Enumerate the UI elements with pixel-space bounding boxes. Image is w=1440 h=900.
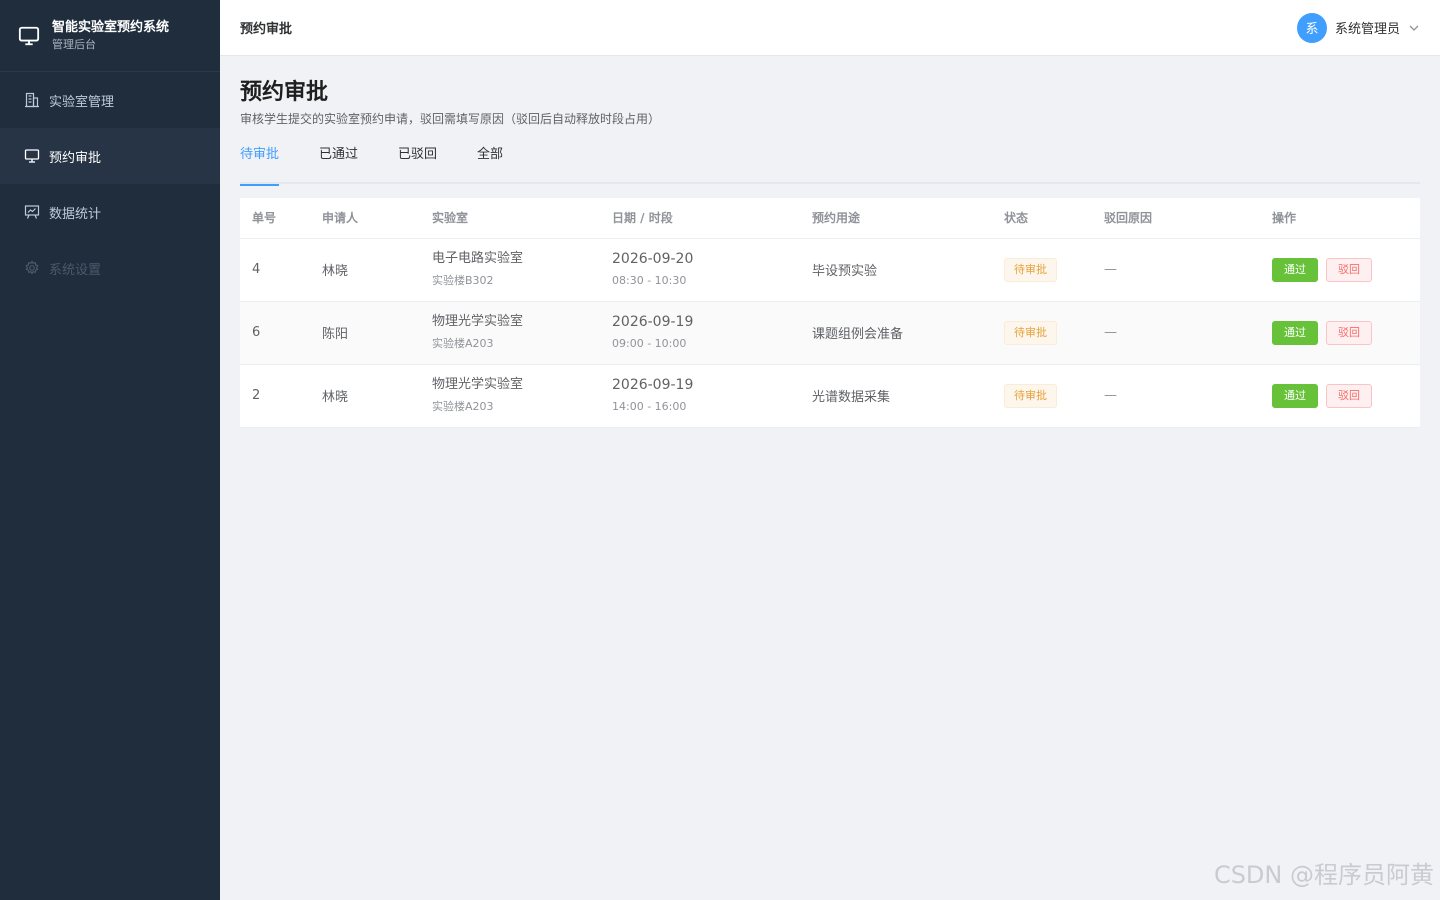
cell-reason: — <box>1092 301 1260 365</box>
status-badge: 待审批 <box>1004 383 1057 408</box>
monitor-logo-icon <box>18 26 40 45</box>
lab-building: 实验楼A203 <box>432 400 494 413</box>
booking-date: 2026-09-20 <box>612 251 694 267</box>
table-row: 2 林晓 物理光学实验室 实验楼A203 2026-09-19 14:00 - … <box>240 364 1420 428</box>
lab-building: 实验楼A203 <box>432 337 494 350</box>
column-header-id: 单号 <box>240 198 310 239</box>
booking-date: 2026-09-19 <box>612 377 694 393</box>
cell-applicant: 陈阳 <box>310 301 420 365</box>
booking-time: 14:00 - 16:00 <box>612 400 687 413</box>
sidebar-item-label: 系统设置 <box>49 262 102 278</box>
booking-time: 08:30 - 10:30 <box>612 274 687 287</box>
column-header-purpose: 预约用途 <box>800 198 992 239</box>
sidebar-item-settings[interactable]: 系统设置 <box>0 240 220 296</box>
user-name[interactable]: 系统管理员 <box>1335 18 1400 37</box>
table-row: 6 陈阳 物理光学实验室 实验楼A203 2026-09-19 09:00 - … <box>240 301 1420 365</box>
chart-board-icon <box>24 205 40 219</box>
cell-lab: 物理光学实验室 实验楼A203 <box>420 364 600 428</box>
booking-date: 2026-09-19 <box>612 314 694 330</box>
sidebar: 智能实验室预约系统 管理后台 实验室管理 预约审批 数据统计 系统设置 <box>0 0 220 900</box>
column-header-lab: 实验室 <box>420 198 600 239</box>
tab-all[interactable]: 全部 <box>477 146 503 184</box>
cell-actions: 通过 驳回 <box>1260 238 1420 302</box>
lab-building: 实验楼B302 <box>432 274 494 287</box>
booking-time: 09:00 - 10:00 <box>612 337 687 350</box>
main-content: 预约审批 审核学生提交的实验室预约申请，驳回需填写原因（驳回后自动释放时段占用）… <box>240 56 1420 428</box>
tab-rejected[interactable]: 已驳回 <box>398 146 437 184</box>
cell-date: 2026-09-20 08:30 - 10:30 <box>600 238 800 302</box>
sidebar-item-label: 预约审批 <box>49 150 102 166</box>
sidebar-item-lab-management[interactable]: 实验室管理 <box>0 72 220 128</box>
cell-purpose: 光谱数据采集 <box>800 364 992 428</box>
cell-applicant: 林晓 <box>310 238 420 302</box>
sidebar-item-label: 实验室管理 <box>49 94 115 110</box>
column-header-date: 日期 / 时段 <box>600 198 800 239</box>
reason-text: — <box>1104 388 1117 403</box>
tab-pending[interactable]: 待审批 <box>240 146 280 186</box>
brand: 智能实验室预约系统 管理后台 <box>0 0 220 72</box>
cell-id: 4 <box>240 238 310 302</box>
table-row: 4 林晓 电子电路实验室 实验楼B302 2026-09-20 08:30 - … <box>240 238 1420 302</box>
tab-approved[interactable]: 已通过 <box>319 146 358 184</box>
brand-title: 智能实验室预约系统 <box>52 19 170 35</box>
avatar[interactable]: 系 <box>1296 12 1327 43</box>
cell-actions: 通过 驳回 <box>1260 301 1420 365</box>
status-tabs: 待审批 已通过 已驳回 全部 <box>240 146 1420 186</box>
cell-actions: 通过 驳回 <box>1260 364 1420 428</box>
gear-icon <box>25 260 39 275</box>
cell-lab: 物理光学实验室 实验楼A203 <box>420 301 600 365</box>
cell-date: 2026-09-19 09:00 - 10:00 <box>600 301 800 365</box>
cell-id: 6 <box>240 301 310 365</box>
column-header-status: 状态 <box>992 198 1092 239</box>
reject-button[interactable]: 驳回 <box>1326 320 1372 345</box>
user-menu[interactable]: 系 系统管理员 <box>1296 12 1420 43</box>
cell-lab: 电子电路实验室 实验楼B302 <box>420 238 600 302</box>
cell-status: 待审批 <box>992 301 1092 365</box>
cell-purpose: 毕设预实验 <box>800 238 992 302</box>
sidebar-item-label: 数据统计 <box>49 206 102 222</box>
page-title: 预约审批 <box>240 80 329 105</box>
cell-status: 待审批 <box>992 364 1092 428</box>
approve-button[interactable]: 通过 <box>1272 257 1318 282</box>
cell-date: 2026-09-19 14:00 - 16:00 <box>600 364 800 428</box>
cell-id: 2 <box>240 364 310 428</box>
lab-name: 物理光学实验室 <box>432 377 524 392</box>
cell-reason: — <box>1092 238 1260 302</box>
sidebar-menu: 实验室管理 预约审批 数据统计 系统设置 <box>0 72 220 296</box>
watermark: CSDN @程序员阿黄 <box>1213 861 1434 889</box>
column-header-actions: 操作 <box>1260 198 1420 239</box>
reject-button[interactable]: 驳回 <box>1326 257 1372 282</box>
cell-applicant: 林晓 <box>310 364 420 428</box>
lab-name: 物理光学实验室 <box>432 314 524 329</box>
monitor-icon <box>24 149 40 163</box>
chevron-down-icon[interactable] <box>1408 22 1420 34</box>
lab-name: 电子电路实验室 <box>432 251 524 266</box>
status-badge: 待审批 <box>1004 257 1057 282</box>
column-header-reason: 驳回原因 <box>1092 198 1260 239</box>
status-badge: 待审批 <box>1004 320 1057 345</box>
reason-text: — <box>1104 325 1117 340</box>
approve-button[interactable]: 通过 <box>1272 320 1318 345</box>
sidebar-item-approval[interactable]: 预约审批 <box>0 128 220 184</box>
building-icon <box>25 92 39 108</box>
approve-button[interactable]: 通过 <box>1272 383 1318 408</box>
reason-text: — <box>1104 262 1117 277</box>
column-header-applicant: 申请人 <box>310 198 420 239</box>
cell-status: 待审批 <box>992 238 1092 302</box>
cell-reason: — <box>1092 364 1260 428</box>
brand-subtitle: 管理后台 <box>52 37 96 51</box>
reject-button[interactable]: 驳回 <box>1326 383 1372 408</box>
approval-table: 单号 申请人 实验室 日期 / 时段 预约用途 状态 驳回原因 操作 4 林晓 … <box>240 198 1420 428</box>
table-header-row: 单号 申请人 实验室 日期 / 时段 预约用途 状态 驳回原因 操作 <box>240 198 1420 239</box>
top-header: 预约审批 系 系统管理员 <box>220 0 1440 56</box>
cell-purpose: 课题组例会准备 <box>800 301 992 365</box>
sidebar-item-statistics[interactable]: 数据统计 <box>0 184 220 240</box>
page-description: 审核学生提交的实验室预约申请，驳回需填写原因（驳回后自动释放时段占用） <box>240 112 661 126</box>
header-title: 预约审批 <box>240 22 293 37</box>
